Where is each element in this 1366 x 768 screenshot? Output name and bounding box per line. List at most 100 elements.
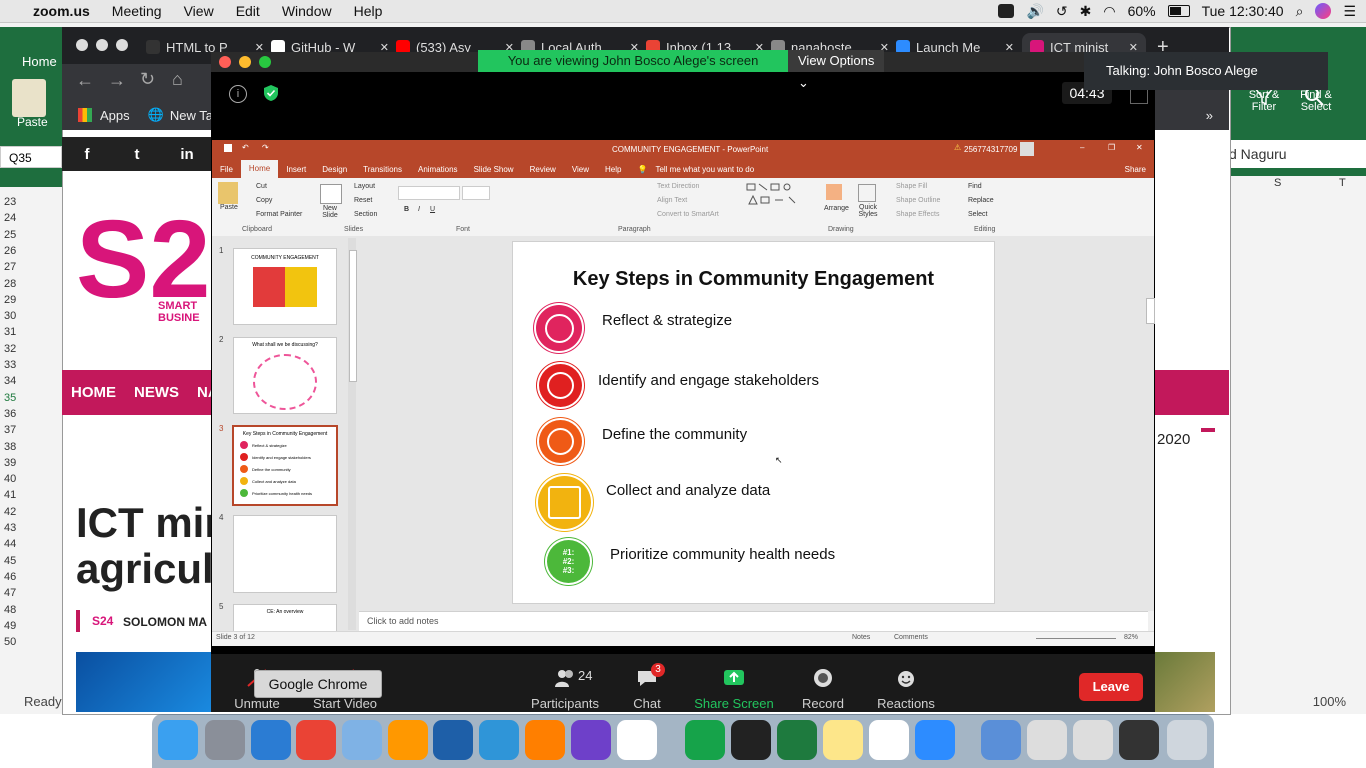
menu-help[interactable]: Help xyxy=(343,3,394,19)
ppt-save-icon[interactable] xyxy=(224,144,232,152)
row-header[interactable]: 27 xyxy=(4,261,16,273)
launchpad-icon[interactable] xyxy=(205,720,245,760)
ppt-minimize-icon[interactable]: – xyxy=(1080,143,1084,152)
ppt-restore-icon[interactable]: ❐ xyxy=(1108,143,1115,152)
back-icon[interactable]: ← xyxy=(76,70,94,91)
chrome-minimize-dot[interactable] xyxy=(96,39,108,51)
chat-button[interactable]: Chat xyxy=(602,696,692,711)
reset-button[interactable]: Reset xyxy=(354,197,372,204)
bluetooth-icon[interactable]: ✱ xyxy=(1080,3,1092,20)
slide-scroll-thumb[interactable] xyxy=(1146,298,1155,324)
shape-fill-button[interactable]: Shape Fill xyxy=(896,183,927,190)
zoom-fullscreen-button[interactable] xyxy=(259,56,271,68)
slide-thumbnail-5[interactable]: CE: An overview xyxy=(233,604,337,633)
share-screen-icon[interactable] xyxy=(723,668,745,688)
facebook-icon[interactable]: f xyxy=(62,146,112,163)
nav-home[interactable]: HOME xyxy=(71,384,116,401)
row-header[interactable]: 37 xyxy=(4,424,16,436)
spotlight-search-icon[interactable]: ⌕ xyxy=(1296,3,1304,20)
clock[interactable]: Tue 12:30:40 xyxy=(1202,3,1284,19)
share-screen-button[interactable]: Share Screen xyxy=(689,696,779,711)
github-icon[interactable] xyxy=(571,720,611,760)
notes-pane[interactable]: Click to add notes xyxy=(359,611,1148,631)
avatar[interactable] xyxy=(1020,142,1034,156)
home-icon[interactable]: ⌂ xyxy=(172,69,183,90)
section-button[interactable]: Section xyxy=(354,211,377,218)
excel-icon[interactable] xyxy=(777,720,817,760)
tab-slide-show[interactable]: Slide Show xyxy=(466,165,522,174)
format-painter-button[interactable]: Format Painter xyxy=(256,211,302,218)
paste-button[interactable]: Paste xyxy=(220,204,238,211)
menu-meeting[interactable]: Meeting xyxy=(101,3,173,19)
slide-thumbnail-4[interactable] xyxy=(233,515,337,593)
slide-thumbnail-2[interactable]: What shall we be discussing? xyxy=(233,337,337,414)
view-options-button[interactable]: View Options ⌄ xyxy=(788,50,884,90)
share-button[interactable]: Share xyxy=(1117,165,1154,174)
current-slide[interactable]: Key Steps in Community Engagement Reflec… xyxy=(512,241,995,604)
step-label[interactable]: Identify and engage stakeholders xyxy=(598,372,819,389)
zoom-close-button[interactable] xyxy=(219,56,231,68)
participants-icon[interactable] xyxy=(554,668,576,688)
row-header[interactable]: 41 xyxy=(4,489,16,501)
row-header[interactable]: 38 xyxy=(4,441,16,453)
thumb-scroll-thumb[interactable] xyxy=(349,250,357,382)
excel-home-tab[interactable]: Home xyxy=(22,54,57,69)
ppt-redo-icon[interactable]: ↷ xyxy=(262,143,269,152)
bookmark-new-tab[interactable]: New Tal xyxy=(170,108,216,123)
tab-review[interactable]: Review xyxy=(522,165,564,174)
siri-icon[interactable] xyxy=(1315,3,1332,19)
chrome-close-dot[interactable] xyxy=(76,39,88,51)
new-slide-button[interactable]: New Slide xyxy=(318,205,342,219)
ppt-account[interactable]: 256774317709 xyxy=(964,145,1017,154)
slide-thumbnail-3[interactable]: Key Steps in Community Engagement Reflec… xyxy=(232,425,338,506)
calendar-icon[interactable] xyxy=(869,720,909,760)
volume-icon[interactable]: 🔊 xyxy=(1026,3,1043,20)
participants-button[interactable]: Participants xyxy=(520,696,610,711)
row-header[interactable]: 45 xyxy=(4,555,16,567)
row-header[interactable]: 26 xyxy=(4,245,16,257)
step-label[interactable]: Prioritize community health needs xyxy=(610,546,835,563)
row-header[interactable]: 42 xyxy=(4,506,16,518)
nav-news[interactable]: NEWS xyxy=(134,384,179,401)
zoom-slider[interactable] xyxy=(1036,638,1116,639)
slack-icon[interactable] xyxy=(617,720,657,760)
cut-button[interactable]: Cut xyxy=(256,183,267,190)
row-header[interactable]: 47 xyxy=(4,587,16,599)
menu-view[interactable]: View xyxy=(173,3,225,19)
sublime-icon[interactable] xyxy=(388,720,428,760)
select-button[interactable]: Select xyxy=(968,211,987,218)
clipboard-icon[interactable] xyxy=(12,79,46,117)
slide-scrollbar[interactable] xyxy=(1145,238,1155,593)
bookmark-apps[interactable]: Apps xyxy=(100,108,130,123)
preview-icon[interactable] xyxy=(342,720,382,760)
chrome-icon[interactable] xyxy=(296,720,336,760)
arrange-button[interactable]: Arrange xyxy=(824,205,849,212)
leave-button[interactable]: Leave xyxy=(1079,673,1143,701)
zoom-status-icon[interactable] xyxy=(998,4,1015,18)
text-direction-button[interactable]: Text Direction xyxy=(657,183,699,190)
col-header-t[interactable]: T xyxy=(1339,177,1346,189)
tab-file[interactable]: File xyxy=(212,165,241,174)
zoom-icon[interactable] xyxy=(915,720,955,760)
bookmarks-overflow-icon[interactable]: » xyxy=(1206,108,1213,123)
tab-insert[interactable]: Insert xyxy=(278,165,314,174)
step-label[interactable]: Reflect & strategize xyxy=(602,312,732,329)
row-header[interactable]: 32 xyxy=(4,343,16,355)
finder-icon[interactable] xyxy=(158,720,198,760)
row-header[interactable]: 48 xyxy=(4,604,16,616)
notes-button[interactable]: Notes xyxy=(852,634,870,641)
remote-desktop-icon[interactable] xyxy=(479,720,519,760)
ppt-undo-icon[interactable]: ↶ xyxy=(242,143,249,152)
tab-home[interactable]: Home xyxy=(240,160,279,178)
step-label[interactable]: Define the community xyxy=(602,426,747,443)
row-header[interactable]: 35 xyxy=(4,392,16,404)
row-header[interactable]: 49 xyxy=(4,620,16,632)
row-header[interactable]: 50 xyxy=(4,636,16,648)
col-header-s[interactable]: S xyxy=(1274,177,1281,189)
layout-button[interactable]: Layout xyxy=(354,183,375,190)
tab-design[interactable]: Design xyxy=(314,165,355,174)
window-thumb-icon[interactable] xyxy=(1027,720,1067,760)
convert-smartart-button[interactable]: Convert to SmartArt xyxy=(657,211,719,218)
row-header[interactable]: 29 xyxy=(4,294,16,306)
find-button[interactable]: Find xyxy=(968,183,982,190)
